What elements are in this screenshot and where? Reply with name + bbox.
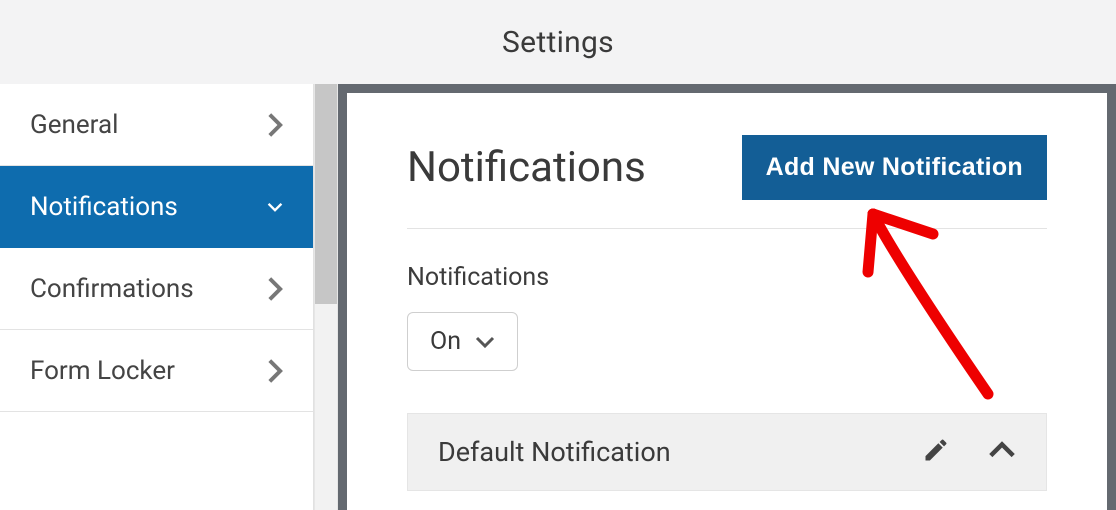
sidebar-item-label: Form Locker bbox=[30, 356, 175, 386]
pencil-icon[interactable] bbox=[922, 436, 950, 468]
scroll-gutter[interactable] bbox=[314, 84, 338, 510]
chevron-up-icon[interactable] bbox=[988, 436, 1016, 468]
page-title: Settings bbox=[0, 0, 1116, 84]
main-area: Notifications Add New Notification Notif… bbox=[338, 84, 1116, 510]
sidebar-item-label: Notifications bbox=[30, 192, 178, 222]
sidebar-item-form-locker[interactable]: Form Locker bbox=[0, 330, 313, 412]
field-label: Notifications bbox=[407, 263, 1047, 292]
settings-sidebar: General Notifications Confirmations Form… bbox=[0, 84, 314, 510]
sidebar-item-label: General bbox=[30, 110, 118, 140]
sidebar-item-confirmations[interactable]: Confirmations bbox=[0, 248, 313, 330]
chevron-right-icon bbox=[267, 276, 283, 302]
notification-accordion[interactable]: Default Notification bbox=[407, 413, 1047, 491]
notifications-toggle-block: Notifications On bbox=[407, 263, 1047, 371]
select-value: On bbox=[430, 327, 461, 356]
sidebar-item-label: Confirmations bbox=[30, 274, 194, 304]
panel: Notifications Add New Notification Notif… bbox=[347, 93, 1107, 510]
chevron-down-icon bbox=[475, 327, 495, 356]
add-new-notification-button[interactable]: Add New Notification bbox=[742, 135, 1047, 200]
accordion-actions bbox=[922, 436, 1016, 468]
sidebar-item-general[interactable]: General bbox=[0, 84, 313, 166]
chevron-right-icon bbox=[267, 112, 283, 138]
notifications-toggle-select[interactable]: On bbox=[407, 312, 518, 371]
panel-title: Notifications bbox=[407, 143, 646, 192]
panel-header: Notifications Add New Notification bbox=[407, 135, 1047, 229]
chevron-right-icon bbox=[267, 358, 283, 384]
accordion-title: Default Notification bbox=[438, 436, 671, 468]
chevron-down-icon bbox=[267, 194, 283, 220]
sidebar-item-notifications[interactable]: Notifications bbox=[0, 166, 313, 248]
body: General Notifications Confirmations Form… bbox=[0, 84, 1116, 510]
